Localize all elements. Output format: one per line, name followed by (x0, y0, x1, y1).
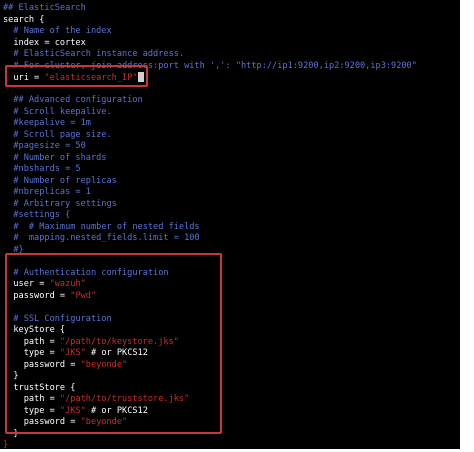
code-comment: # Number of replicas (3, 175, 117, 186)
code-line: # Arbitrary settings (3, 199, 417, 211)
code-text: index = cortex (3, 37, 86, 48)
code-comment: #keepalive = 1m (3, 118, 91, 128)
code-comment: # Number of shards (3, 152, 107, 163)
uri-highlight-box (5, 65, 148, 87)
code-line: # Number of shards (3, 153, 417, 165)
code-comment: # Scroll page size. (3, 129, 112, 140)
code-line: # Scroll keepalive. (3, 107, 417, 119)
code-comment: # # Maximum number of nested fields (3, 221, 200, 232)
code-comment: ## ElasticSearch (3, 3, 86, 13)
code-line: search { (3, 15, 417, 27)
code-comment: # mapping.nested_fields.limit = 100 (3, 233, 200, 243)
code-comment: #nbreplicas = 1 (3, 187, 91, 197)
code-comment: #settings { (3, 210, 71, 220)
code-line: # Scroll page size. (3, 130, 417, 142)
code-line: #keepalive = 1m (3, 118, 417, 130)
code-line: #pagesize = 50 (3, 141, 417, 153)
terminal-editor[interactable]: ## ElasticSearch search { # Name of the i… (0, 0, 460, 452)
auth-ssl-highlight-box (5, 253, 222, 434)
code-comment: # ElasticSearch instance address. (3, 49, 185, 59)
code-line: # Number of replicas (3, 176, 417, 188)
code-line: # mapping.nested_fields.limit = 100 (3, 233, 417, 245)
code-line: #nbshards = 5 (3, 164, 417, 176)
code-line: #nbreplicas = 1 (3, 187, 417, 199)
code-line: index = cortex (3, 38, 417, 50)
code-comment: # Name of the index (3, 26, 112, 36)
code-comment: # Arbitrary settings (3, 198, 117, 209)
code-line: # # Maximum number of nested fields (3, 222, 417, 234)
code-comment: # Scroll keepalive. (3, 106, 112, 117)
code-line: ## Advanced configuration (3, 95, 417, 107)
code-comment: ## Advanced configuration (3, 95, 143, 105)
code-line: } (3, 440, 417, 452)
code-line: # ElasticSearch instance address. (3, 49, 417, 61)
code-line: # Name of the index (3, 26, 417, 38)
code-comment: #nbshards = 5 (3, 164, 81, 174)
code-line: #settings { (3, 210, 417, 222)
code-comment: #pagesize = 50 (3, 141, 86, 151)
code-text: search { (3, 14, 45, 25)
code-line: ## ElasticSearch (3, 3, 417, 15)
